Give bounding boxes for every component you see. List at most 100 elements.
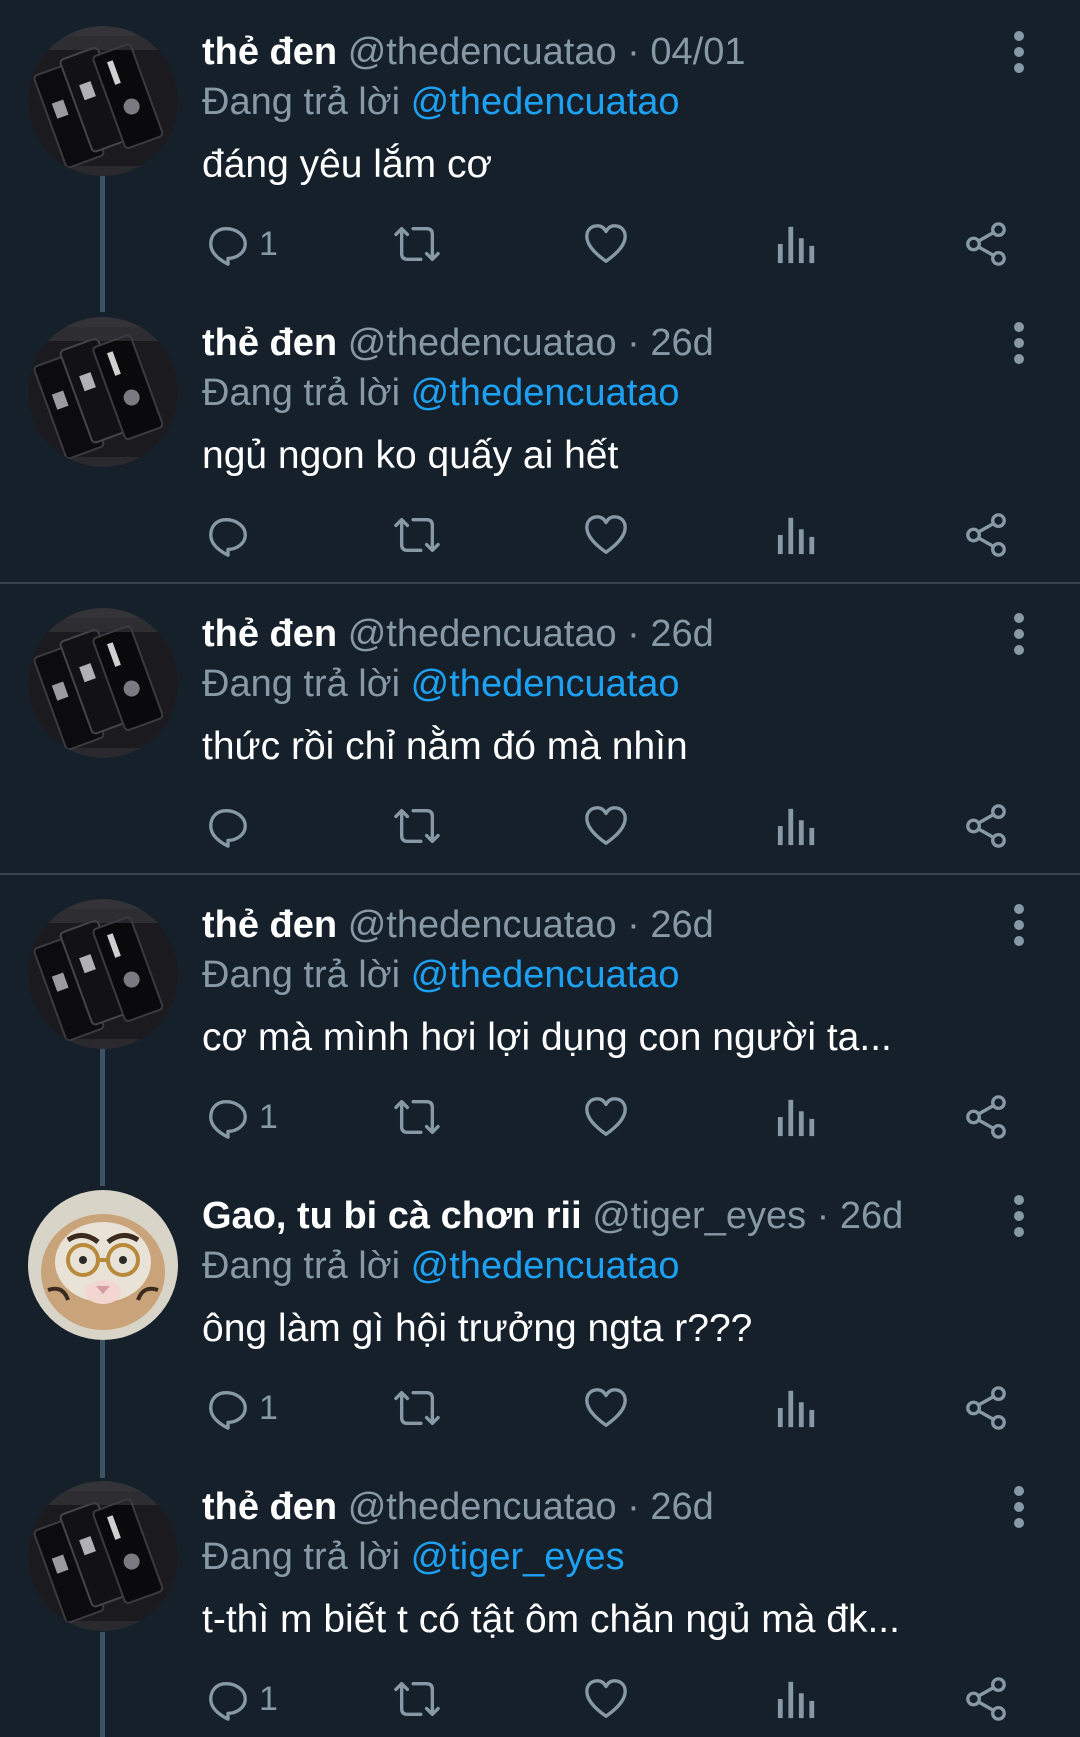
tweet[interactable]: thẻ đen @thedencuatao · 26d Đang trả lời… [0,1455,1080,1737]
user-handle[interactable]: @thedencuatao [348,613,617,655]
analytics-button[interactable] [776,216,818,272]
reply-icon [205,221,251,267]
user-handle[interactable]: @thedencuatao [348,31,617,73]
timestamp[interactable]: 26d [650,904,713,946]
replying-to-label: Đang trả lời [202,663,401,705]
share-button[interactable] [963,1380,1009,1436]
analytics-button[interactable] [776,507,818,563]
analytics-icon [776,803,818,849]
reply-button[interactable]: 1 [205,216,278,272]
mention-link[interactable]: @tiger_eyes [411,1536,625,1578]
display-name[interactable]: thẻ đen [202,613,337,655]
like-icon [583,1094,629,1140]
user-handle[interactable]: @thedencuatao [348,904,617,946]
like-button[interactable] [583,1380,629,1436]
action-bar: 1 [0,1089,1080,1145]
more-options-icon[interactable] [1004,1194,1034,1238]
separator-dot: · [627,31,640,73]
retweet-button[interactable] [390,1671,444,1727]
user-handle[interactable]: @tiger_eyes [592,1195,806,1237]
mention-link[interactable]: @thedencuatao [411,372,680,414]
tweet-header: thẻ đen @thedencuatao · 26d [202,319,714,367]
separator-dot: · [627,904,640,946]
share-button[interactable] [963,216,1009,272]
more-options-icon[interactable] [1004,612,1034,656]
user-handle[interactable]: @thedencuatao [348,322,617,364]
share-button[interactable] [963,1671,1009,1727]
retweet-button[interactable] [390,1089,444,1145]
like-icon [583,1385,629,1431]
analytics-button[interactable] [776,1671,818,1727]
share-icon [963,803,1009,849]
replying-to-label: Đang trả lời [202,372,401,414]
retweet-button[interactable] [390,1380,444,1436]
avatar[interactable] [28,608,178,758]
more-options-icon[interactable] [1004,321,1034,365]
share-button[interactable] [963,1089,1009,1145]
like-button[interactable] [583,798,629,854]
retweet-button[interactable] [390,507,444,563]
analytics-icon [776,1676,818,1722]
tweet-text: đáng yêu lắm cơ [202,143,493,186]
share-icon [963,221,1009,267]
tweet-text: cơ mà mình hơi lợi dụng con người ta... [202,1016,892,1059]
tweet[interactable]: thẻ đen @thedencuatao · 26d Đang trả lời… [0,873,1080,1164]
share-icon [963,1094,1009,1140]
mention-link[interactable]: @thedencuatao [411,1245,680,1287]
user-handle[interactable]: @thedencuatao [348,1486,617,1528]
tweet-header: thẻ đen @thedencuatao · 04/01 [202,28,745,76]
analytics-button[interactable] [776,1089,818,1145]
like-button[interactable] [583,507,629,563]
avatar[interactable] [28,1481,178,1631]
retweet-button[interactable] [390,216,444,272]
like-icon [583,1676,629,1722]
display-name[interactable]: Gao, tu bi cà chơn rii [202,1195,582,1237]
tweet-header: thẻ đen @thedencuatao · 26d [202,610,714,658]
display-name[interactable]: thẻ đen [202,1486,337,1528]
tweet[interactable]: thẻ đen @thedencuatao · 04/01 Đang trả l… [0,0,1080,291]
avatar[interactable] [28,26,178,176]
share-icon [963,512,1009,558]
separator-dot: · [627,1486,640,1528]
display-name[interactable]: thẻ đen [202,31,337,73]
analytics-button[interactable] [776,1380,818,1436]
reply-button[interactable] [205,798,259,854]
mention-link[interactable]: @thedencuatao [411,81,680,123]
avatar[interactable] [28,317,178,467]
tweet-header: thẻ đen @thedencuatao · 26d [202,901,714,949]
mention-link[interactable]: @thedencuatao [411,954,680,996]
like-button[interactable] [583,216,629,272]
reply-button[interactable]: 1 [205,1089,278,1145]
reply-count: 1 [259,1679,278,1718]
display-name[interactable]: thẻ đen [202,322,337,364]
reply-button[interactable]: 1 [205,1671,278,1727]
reply-button[interactable]: 1 [205,1380,278,1436]
replying-to: Đang trả lời @thedencuatao [202,369,680,417]
share-button[interactable] [963,507,1009,563]
display-name[interactable]: thẻ đen [202,904,337,946]
tweet[interactable]: thẻ đen @thedencuatao · 26d Đang trả lời… [0,291,1080,582]
like-icon [583,512,629,558]
replying-to-label: Đang trả lời [202,954,401,996]
reply-button[interactable] [205,507,259,563]
more-options-icon[interactable] [1004,30,1034,74]
tweet[interactable]: thẻ đen @thedencuatao · 26d Đang trả lời… [0,582,1080,873]
avatar[interactable] [28,899,178,1049]
avatar[interactable] [28,1190,178,1340]
share-button[interactable] [963,798,1009,854]
analytics-button[interactable] [776,798,818,854]
retweet-button[interactable] [390,798,444,854]
like-button[interactable] [583,1671,629,1727]
more-options-icon[interactable] [1004,1485,1034,1529]
tweet[interactable]: Gao, tu bi cà chơn rii @tiger_eyes · 26d… [0,1164,1080,1455]
like-button[interactable] [583,1089,629,1145]
mention-link[interactable]: @thedencuatao [411,663,680,705]
replying-to: Đang trả lời @tiger_eyes [202,1533,625,1581]
timestamp[interactable]: 26d [650,1486,713,1528]
timestamp[interactable]: 26d [650,613,713,655]
timestamp[interactable]: 26d [650,322,713,364]
timestamp[interactable]: 04/01 [650,31,745,73]
replying-to: Đang trả lời @thedencuatao [202,660,680,708]
more-options-icon[interactable] [1004,903,1034,947]
timestamp[interactable]: 26d [840,1195,903,1237]
